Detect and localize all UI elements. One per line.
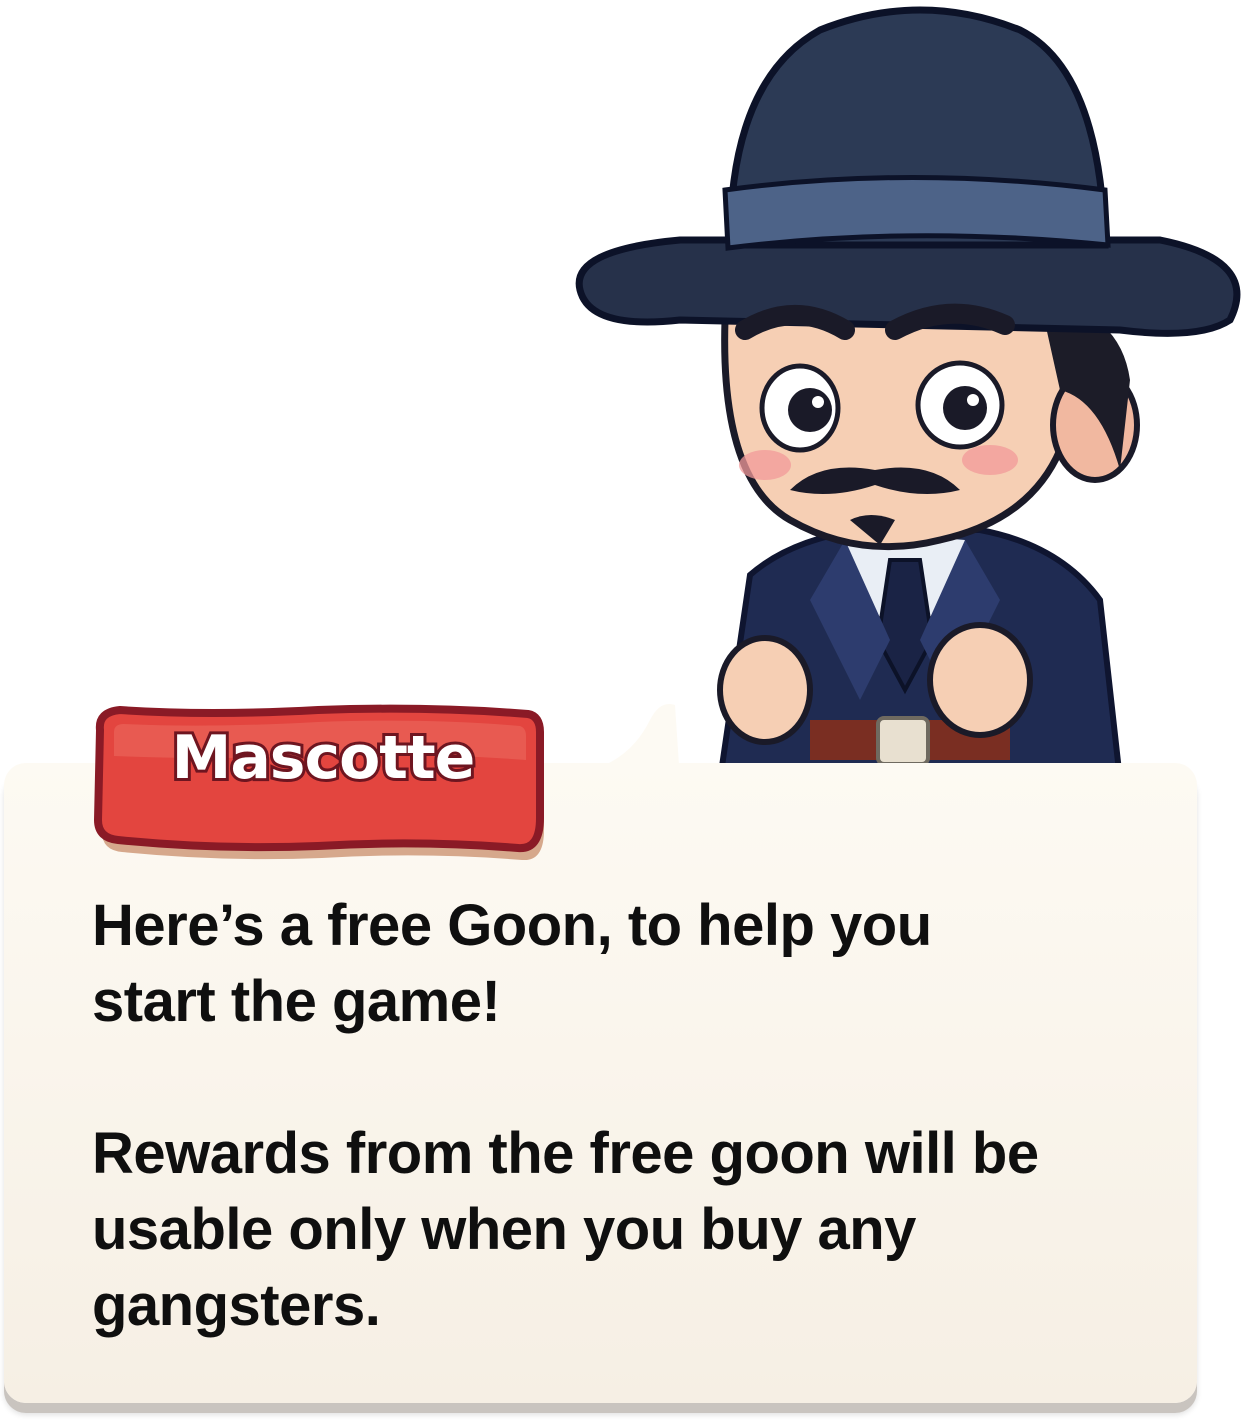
- gangster-mascot-icon: [560, 0, 1245, 780]
- dialog-message-line-2: Rewards from the free goon will be usabl…: [92, 1121, 1039, 1338]
- speaker-name-banner: Mascotte: [88, 700, 548, 860]
- speaker-name: Mascotte: [169, 723, 479, 793]
- dialog-message: Here’s a free Goon, to help you start th…: [92, 888, 1152, 1344]
- dialog-message-line-1: Here’s a free Goon, to help you start th…: [92, 893, 932, 1034]
- mascot-dialog-screen: Mascotte Here’s a free Goon, to help you…: [0, 0, 1245, 1420]
